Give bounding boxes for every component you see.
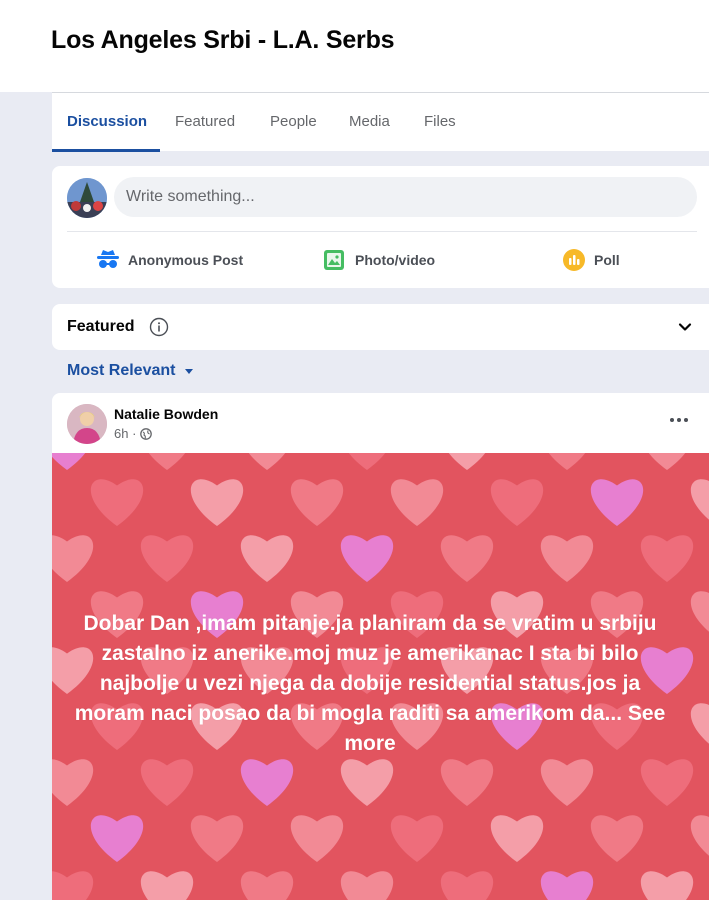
heart-shape	[240, 535, 294, 582]
tab-featured[interactable]: Featured	[175, 93, 235, 151]
heart-shape	[190, 815, 244, 862]
heart-shape	[640, 535, 694, 582]
heart-shape	[240, 871, 294, 900]
post-text-block: Dobar Dan ,imam pitanje.ja planiram da s…	[70, 609, 670, 759]
heart-shape	[540, 759, 594, 806]
heart-shape	[52, 871, 94, 900]
sort-label: Most Relevant	[67, 362, 176, 379]
anonymous-post-label: Anonymous Post	[128, 252, 244, 268]
heart-shape	[648, 453, 686, 470]
info-icon[interactable]	[149, 317, 169, 337]
sort-dropdown[interactable]: Most Relevant	[67, 362, 194, 380]
globe-icon	[140, 427, 153, 440]
heart-shape	[690, 815, 709, 856]
tab-files[interactable]: Files	[424, 93, 456, 151]
heart-shape	[390, 479, 444, 526]
heart-shape	[540, 535, 594, 582]
post-composer: Write something... Anonymous Post Photo/…	[52, 166, 709, 288]
post-text: Dobar Dan ,imam pitanje.ja planiram da s…	[74, 612, 657, 725]
heart-shape	[590, 815, 644, 862]
heart-shape	[140, 871, 194, 900]
heart-shape	[440, 871, 494, 900]
tab-media[interactable]: Media	[349, 93, 390, 151]
post-meta: 6h ·	[114, 426, 153, 441]
heart-shape	[490, 479, 544, 526]
heart-shape	[190, 479, 244, 526]
heart-shape	[340, 535, 394, 582]
tab-people[interactable]: People	[270, 93, 317, 151]
author-avatar[interactable]	[67, 404, 107, 444]
heart-shape	[390, 815, 444, 862]
heart-shape	[548, 453, 586, 470]
heart-shape	[690, 591, 709, 632]
heart-shape	[140, 535, 194, 582]
anonymous-icon	[96, 248, 120, 272]
divider	[67, 231, 697, 232]
more-options-icon[interactable]	[669, 416, 689, 424]
write-something-input[interactable]: Write something...	[114, 177, 697, 217]
poll-button[interactable]: Poll	[562, 246, 620, 274]
photo-video-label: Photo/video	[355, 252, 436, 268]
active-tab-indicator	[52, 149, 160, 152]
heart-shape	[690, 703, 709, 744]
heart-shape	[340, 871, 394, 900]
anonymous-post-button[interactable]: Anonymous Post	[96, 246, 243, 274]
photo-video-button[interactable]: Photo/video	[323, 246, 435, 274]
heart-shape	[640, 759, 694, 806]
heart-shape	[340, 759, 394, 806]
heart-shape	[640, 871, 694, 900]
tab-discussion[interactable]: Discussion	[67, 93, 147, 151]
group-title[interactable]: Los Angeles Srbi - L.A. Serbs	[51, 26, 395, 55]
heart-shape	[240, 759, 294, 806]
heart-shape	[140, 759, 194, 806]
chevron-down-icon[interactable]	[677, 319, 693, 335]
heart-shape	[148, 453, 186, 470]
heart-shape	[90, 479, 144, 526]
poll-icon	[562, 248, 586, 272]
heart-shape	[440, 535, 494, 582]
heart-shape	[52, 535, 94, 582]
heart-shape	[52, 759, 94, 806]
caret-down-icon	[185, 368, 194, 374]
featured-section[interactable]: Featured	[52, 304, 709, 350]
group-header: Los Angeles Srbi - L.A. Serbs	[0, 0, 709, 92]
heart-shape	[248, 453, 286, 470]
current-user-avatar[interactable]	[67, 178, 107, 218]
featured-label: Featured	[67, 318, 135, 335]
heart-shape	[90, 815, 144, 862]
heart-shape	[590, 479, 644, 526]
heart-shape	[490, 815, 544, 862]
heart-shape	[52, 453, 86, 470]
post-author-name[interactable]: Natalie Bowden	[114, 406, 218, 422]
photo-video-icon	[323, 248, 347, 272]
heart-shape	[540, 871, 594, 900]
post-timestamp[interactable]: 6h ·	[114, 426, 136, 441]
heart-shape	[348, 453, 386, 470]
heart-shape	[290, 479, 344, 526]
heart-shape	[690, 479, 709, 520]
heart-shape	[440, 759, 494, 806]
heart-shape	[448, 453, 486, 470]
post-background: Dobar Dan ,imam pitanje.ja planiram da s…	[52, 453, 709, 900]
group-tabs: Discussion Featured People Media Files	[52, 92, 709, 152]
heart-shape	[290, 815, 344, 862]
poll-label: Poll	[594, 252, 620, 268]
post-card: Natalie Bowden 6h · Dobar Dan ,imam pita…	[52, 393, 709, 900]
